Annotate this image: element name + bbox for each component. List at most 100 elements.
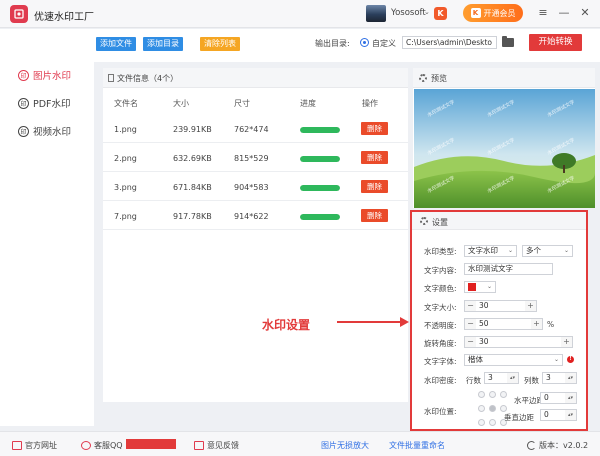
batch-rename-link[interactable]: 文件批量重命名 — [389, 440, 445, 451]
version-info[interactable]: 版本：v2.0.2 — [527, 440, 588, 451]
folder-icon[interactable] — [502, 38, 514, 47]
text-size-stepper[interactable]: −30+ — [464, 300, 537, 312]
spin-arrows-icon[interactable]: ▴▾ — [565, 373, 576, 383]
horizontal-margin-value[interactable]: 0 — [541, 393, 565, 403]
text-color-label: 文字颜色: — [424, 283, 457, 294]
delete-button[interactable]: 删除 — [361, 209, 388, 222]
delete-button[interactable]: 删除 — [361, 180, 388, 193]
vertical-margin-stepper[interactable]: 0▴▾ — [540, 409, 577, 421]
text-color-picker[interactable]: ⌄ — [464, 281, 496, 293]
menu-icon[interactable]: ≡ — [536, 6, 550, 20]
position-dot-top-center[interactable] — [489, 391, 496, 398]
spin-arrows-icon[interactable]: ▴▾ — [507, 373, 518, 383]
position-dot-middle-right[interactable] — [500, 405, 507, 412]
pdf-watermark-icon: 印 — [18, 98, 29, 109]
app-title: 优速水印工厂 — [34, 8, 94, 23]
opacity-value[interactable]: 50 — [476, 319, 531, 329]
progress-bar — [300, 156, 340, 162]
spin-arrows-icon[interactable]: ▴▾ — [565, 393, 576, 403]
website-link[interactable]: 官方网址 — [12, 440, 57, 451]
app-logo-icon — [13, 8, 25, 20]
text-size-value[interactable]: 30 — [476, 301, 525, 311]
file-name: 7.png — [114, 212, 137, 221]
website-label: 官方网址 — [25, 440, 57, 451]
rows-value[interactable]: 3 — [485, 373, 507, 383]
sidebar: 印 图片水印 印 PDF水印 印 视频水印 — [0, 29, 94, 426]
progress-bar — [300, 214, 340, 220]
vip-button-label: 开通会员 — [484, 8, 516, 19]
columns-value[interactable]: 3 — [543, 373, 565, 383]
support-link[interactable]: 客服QQ — [81, 440, 123, 451]
rows-stepper[interactable]: 3▴▾ — [484, 372, 519, 384]
progress-fill — [300, 127, 340, 133]
preview-header: 预览 — [413, 68, 595, 88]
output-path-input[interactable]: C:\Users\admin\Deskto — [402, 36, 497, 49]
file-panel-title: 文件信息（4个） — [117, 73, 178, 84]
plus-icon[interactable]: + — [525, 301, 536, 311]
file-name: 1.png — [114, 125, 137, 134]
minimize-icon[interactable]: — — [557, 6, 571, 20]
support-label: 客服QQ — [94, 440, 123, 451]
position-dot-top-left[interactable] — [478, 391, 485, 398]
clear-list-button[interactable]: 清除列表 — [200, 37, 240, 51]
columns-stepper[interactable]: 3▴▾ — [542, 372, 577, 384]
preview-panel: 预览 水印测试文字 水印测试文字 水印测试文字 水印测试 — [413, 68, 595, 208]
avatar[interactable] — [366, 5, 386, 22]
chevron-down-icon[interactable]: ⌄ — [424, 8, 430, 16]
feedback-icon — [194, 441, 204, 450]
progress-fill — [300, 185, 340, 191]
position-dot-top-right[interactable] — [500, 391, 507, 398]
add-directory-button[interactable]: 添加目录 — [143, 37, 183, 51]
feedback-link[interactable]: 意见反馈 — [194, 440, 239, 451]
file-size: 671.84KB — [173, 183, 212, 192]
column-header-name: 文件名 — [114, 98, 138, 109]
watermark-type-value: 文字水印 — [468, 246, 498, 255]
vertical-margin-value[interactable]: 0 — [541, 410, 565, 420]
vip-badge-icon[interactable]: K — [434, 7, 447, 20]
output-custom-radio[interactable] — [360, 38, 369, 47]
watermark-count-value: 多个 — [526, 246, 541, 255]
minus-icon[interactable]: − — [465, 319, 476, 329]
sidebar-item-label: PDF水印 — [33, 96, 71, 110]
sidebar-item-pdf-watermark[interactable]: 印 PDF水印 — [18, 96, 71, 110]
minus-icon[interactable]: − — [465, 301, 476, 311]
rotation-angle-stepper[interactable]: −30+ — [464, 336, 573, 348]
chevron-down-icon: ⌄ — [554, 355, 559, 365]
progress-fill — [300, 156, 340, 162]
position-dot-middle-left[interactable] — [478, 405, 485, 412]
close-icon[interactable]: ✕ — [578, 6, 592, 20]
lossless-upscale-link[interactable]: 图片无损放大 — [321, 440, 369, 451]
sidebar-item-video-watermark[interactable]: 印 视频水印 — [18, 124, 71, 138]
user-name[interactable]: Yososoft — [391, 8, 426, 18]
start-convert-button[interactable]: 开始转换 — [529, 34, 582, 51]
title-bar: 优速水印工厂 Yososoft ⌄ K K 开通会员 ≡ — ✕ — [0, 0, 600, 28]
rotation-angle-value[interactable]: 30 — [476, 337, 561, 347]
watermark-count-select[interactable]: 多个⌄ — [522, 245, 573, 257]
font-select[interactable]: 楷体⌄ — [464, 354, 563, 366]
position-dot-center[interactable] — [489, 405, 496, 412]
plus-icon[interactable]: + — [561, 337, 572, 347]
minus-icon[interactable]: − — [465, 337, 476, 347]
horizontal-margin-stepper[interactable]: 0▴▾ — [540, 392, 577, 404]
settings-panel: 设置 水印类型: 文字水印⌄ 多个⌄ 文字内容: 水印测试文字 文字颜色: ⌄ … — [410, 210, 588, 431]
vip-button[interactable]: K 开通会员 — [463, 4, 523, 22]
position-dot-bottom-left[interactable] — [478, 419, 485, 426]
watermark-density-label: 水印密度: — [424, 375, 457, 386]
rows-label: 行数 — [466, 375, 481, 386]
spin-arrows-icon[interactable]: ▴▾ — [565, 410, 576, 420]
delete-button[interactable]: 删除 — [361, 122, 388, 135]
opacity-stepper[interactable]: −50+ — [464, 318, 543, 330]
watermark-type-select[interactable]: 文字水印⌄ — [464, 245, 517, 257]
plus-icon[interactable]: + — [531, 319, 542, 329]
position-dot-bottom-center[interactable] — [489, 419, 496, 426]
image-watermark-icon: 印 — [18, 70, 29, 81]
watermark-type-label: 水印类型: — [424, 246, 457, 257]
sidebar-item-image-watermark[interactable]: 印 图片水印 — [18, 68, 71, 82]
text-content-input[interactable]: 水印测试文字 — [464, 263, 553, 275]
output-custom-label[interactable]: 自定义 — [372, 38, 396, 49]
preview-title: 预览 — [431, 73, 447, 84]
file-dimensions: 914*622 — [234, 212, 269, 221]
column-header-progress: 进度 — [300, 98, 316, 109]
delete-button[interactable]: 删除 — [361, 151, 388, 164]
add-file-button[interactable]: 添加文件 — [96, 37, 136, 51]
